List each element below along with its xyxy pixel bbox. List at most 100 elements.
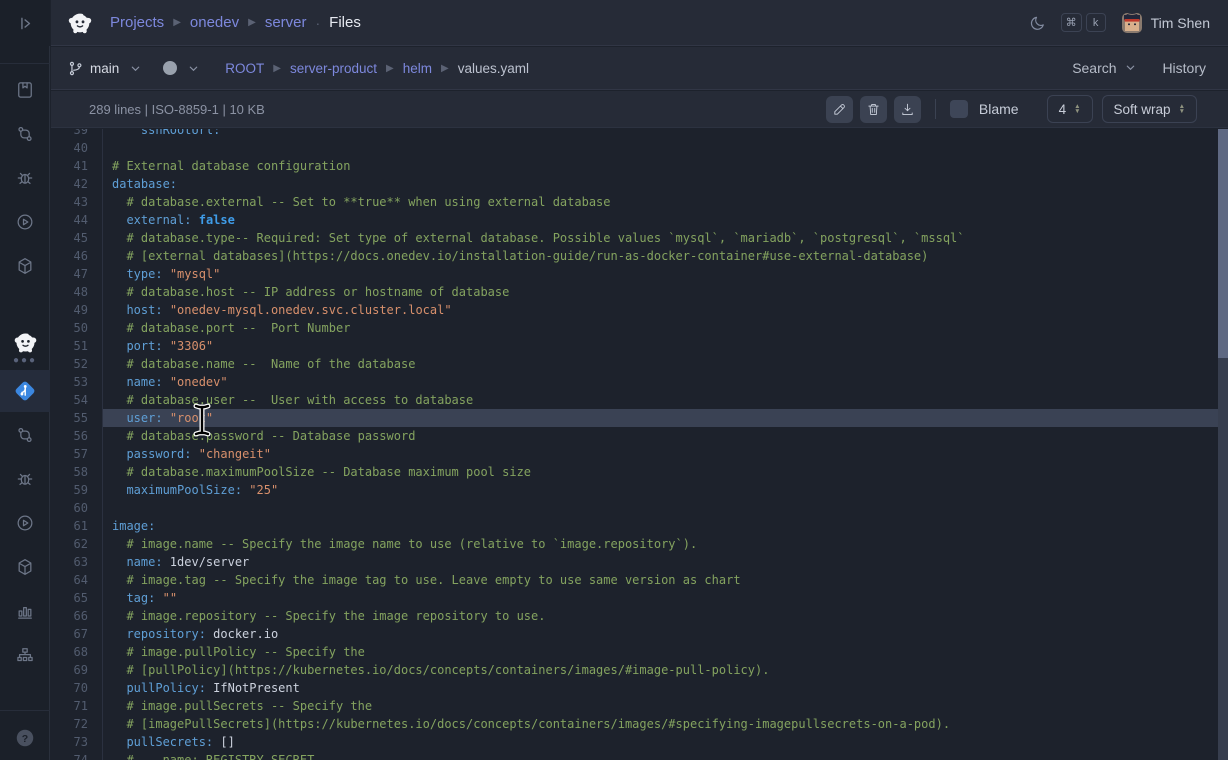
sidebar-item-issues[interactable] (0, 158, 50, 198)
dark-mode-icon[interactable] (1029, 14, 1047, 32)
sidebar-item-statistics[interactable] (0, 591, 50, 631)
line-number[interactable]: 65 (51, 589, 103, 607)
line-number[interactable]: 43 (51, 193, 103, 211)
code-line: 69 # [pullPolicy](https://kubernetes.io/… (51, 661, 1218, 679)
line-number[interactable]: 55 (51, 409, 103, 427)
line-number[interactable]: 72 (51, 715, 103, 733)
code-line-text: host: "onedev-mysql.onedev.svc.cluster.l… (103, 301, 1218, 319)
sidebar-item-builds[interactable] (0, 202, 50, 242)
play-circle-icon (15, 212, 35, 232)
vertical-scrollbar-thumb[interactable] (1218, 129, 1228, 358)
code-line-text: user: "root" (103, 409, 1218, 427)
left-sidebar: ●●● (0, 0, 50, 760)
line-number[interactable]: 59 (51, 481, 103, 499)
blame-checkbox[interactable] (950, 100, 968, 118)
breadcrumb-onedev[interactable]: onedev (190, 14, 239, 31)
sidebar-item-hierarchy[interactable] (0, 635, 50, 675)
line-number[interactable]: 62 (51, 535, 103, 553)
user-avatar[interactable] (1122, 13, 1142, 33)
line-number[interactable]: 50 (51, 319, 103, 337)
delete-file-button[interactable] (860, 96, 887, 123)
code-line: 56 # database.password -- Database passw… (51, 427, 1218, 445)
line-number[interactable]: 47 (51, 265, 103, 283)
branch-selector[interactable]: main (67, 60, 141, 77)
download-file-button[interactable] (894, 96, 921, 123)
breadcrumb-projects[interactable]: Projects (110, 14, 164, 31)
line-number[interactable]: 64 (51, 571, 103, 589)
code-line: 41# External database configuration (51, 157, 1218, 175)
sidebar-item-pull-requests-2[interactable] (0, 415, 50, 455)
line-number[interactable]: 42 (51, 175, 103, 193)
tab-size-select[interactable]: 4 ▲▼ (1047, 95, 1093, 123)
line-number[interactable]: 40 (51, 139, 103, 157)
code-line-text: # [imagePullSecrets](https://kubernetes.… (103, 715, 1218, 733)
line-number[interactable]: 74 (51, 751, 103, 760)
help-icon: ? (14, 727, 36, 749)
line-number[interactable]: 57 (51, 445, 103, 463)
line-number[interactable]: 73 (51, 733, 103, 751)
sidebar-item-docs[interactable] (0, 70, 50, 110)
shortcut-k-key: k (1086, 13, 1106, 32)
blame-label: Blame (979, 101, 1019, 117)
sidebar-item-packages-2[interactable] (0, 547, 50, 587)
shortcut-cmd-key: ⌘ (1061, 13, 1082, 32)
code-line-text: external: false (103, 211, 1218, 229)
line-number[interactable]: 69 (51, 661, 103, 679)
hierarchy-icon (15, 645, 35, 665)
line-number[interactable]: 51 (51, 337, 103, 355)
line-number[interactable]: 70 (51, 679, 103, 697)
onedev-logo-icon (66, 9, 94, 37)
line-number[interactable]: 53 (51, 373, 103, 391)
history-link[interactable]: History (1162, 60, 1206, 76)
sidebar-item-code-active[interactable] (0, 370, 50, 412)
line-number[interactable]: 45 (51, 229, 103, 247)
line-number[interactable]: 54 (51, 391, 103, 409)
search-menu[interactable]: Search (1072, 60, 1136, 76)
expand-sidebar-button[interactable] (0, 0, 50, 46)
edit-file-button[interactable] (826, 96, 853, 123)
sidebar-item-packages[interactable] (0, 246, 50, 286)
line-number[interactable]: 66 (51, 607, 103, 625)
line-number[interactable]: 68 (51, 643, 103, 661)
code-line-text: # database.password -- Database password (103, 427, 1218, 445)
path-helm[interactable]: helm (403, 61, 432, 76)
line-number[interactable]: 63 (51, 553, 103, 571)
code-line: 64 # image.tag -- Specify the image tag … (51, 571, 1218, 589)
toolbar-divider (935, 99, 936, 119)
code-line: 71 # image.pullSecrets -- Specify the (51, 697, 1218, 715)
code-files-icon (12, 378, 38, 404)
user-avatar-image (1122, 13, 1142, 33)
sidebar-item-help[interactable]: ? (0, 718, 50, 758)
package-icon (15, 256, 35, 276)
line-number[interactable]: 48 (51, 283, 103, 301)
current-file-name: values.yaml (458, 61, 529, 76)
line-number[interactable]: 56 (51, 427, 103, 445)
line-number[interactable]: 67 (51, 625, 103, 643)
path-separator: ▶ (273, 63, 281, 74)
code-line-text: # database.external -- Set to **true** w… (103, 193, 1218, 211)
sidebar-item-builds-2[interactable] (0, 503, 50, 543)
revision-selector[interactable] (163, 61, 199, 75)
line-number[interactable]: 41 (51, 157, 103, 175)
line-number[interactable]: 71 (51, 697, 103, 715)
sidebar-item-issues-2[interactable] (0, 459, 50, 499)
line-number[interactable]: 60 (51, 499, 103, 517)
user-name[interactable]: Tim Shen (1151, 15, 1210, 31)
breadcrumb-server[interactable]: server (265, 14, 307, 31)
line-number[interactable]: 49 (51, 301, 103, 319)
line-number[interactable]: 58 (51, 463, 103, 481)
chevron-down-icon (130, 63, 141, 74)
path-server-product[interactable]: server-product (290, 61, 377, 76)
code-line: 46 # [external databases](https://docs.o… (51, 247, 1218, 265)
line-number[interactable]: 61 (51, 517, 103, 535)
sidebar-item-pull-requests[interactable] (0, 114, 50, 154)
line-number[interactable]: 52 (51, 355, 103, 373)
code-line: 47 type: "mysql" (51, 265, 1218, 283)
code-viewer[interactable]: 39 sshRootUrl:4041# External database co… (51, 129, 1218, 760)
line-number[interactable]: 44 (51, 211, 103, 229)
wrap-mode-select[interactable]: Soft wrap ▲▼ (1102, 95, 1197, 123)
line-number[interactable]: 39 (51, 129, 103, 139)
path-root[interactable]: ROOT (225, 61, 264, 76)
line-number[interactable]: 46 (51, 247, 103, 265)
more-icon[interactable]: ●●● (0, 355, 50, 366)
